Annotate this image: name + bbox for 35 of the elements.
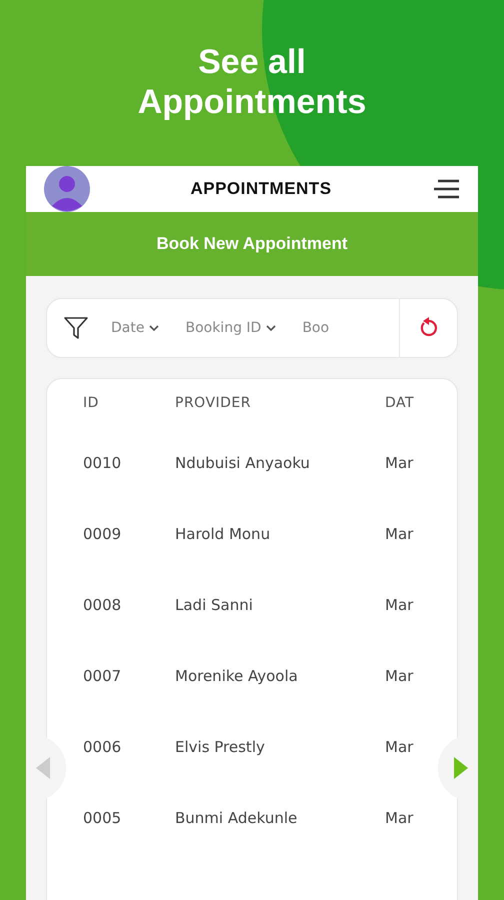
headline: See all — [198, 42, 306, 82]
table-cell-text: Elvis Prestly — [175, 738, 266, 756]
chevron-down-icon — [149, 324, 160, 332]
avatar[interactable] — [44, 166, 90, 212]
menu-icon[interactable] — [432, 179, 460, 199]
table-cell-text: 0009 — [83, 524, 122, 542]
table-cell-text: Bunmi Adekunle — [175, 808, 298, 826]
column-header: DAT — [385, 395, 416, 411]
table-cell-text: Mar — [385, 524, 414, 542]
table-cell-text: Morenike Ayoola — [175, 666, 299, 684]
table-cell-text: Mar — [385, 738, 414, 756]
table-cell-text: 0006 — [83, 738, 122, 756]
filter-dropdown[interactable]: Booking ID — [185, 320, 276, 336]
table-cell-text: Ndubuisi Anyaoku — [175, 454, 311, 472]
table-cell-text: 0005 — [83, 808, 122, 826]
screen-title: APPOINTMENTS — [189, 179, 333, 199]
table-cell-text: Mar — [385, 808, 414, 826]
chevron-down-icon — [266, 324, 276, 332]
table-cell-text: Mar — [385, 666, 414, 684]
table-cell-text: Mar — [385, 454, 414, 472]
filter-dropdown[interactable]: Date — [111, 320, 160, 336]
table-cell-text: Mar — [385, 596, 414, 614]
headline: Appointments — [138, 82, 366, 122]
table-cell-text: 0008 — [83, 596, 122, 614]
column-header: ID — [83, 395, 100, 411]
right-triangle-icon — [454, 757, 468, 779]
book-appointment-button[interactable]: Book New Appointment — [26, 212, 478, 276]
filter-dropdown[interactable]: Boo — [302, 320, 330, 336]
table-cell-text: Harold Monu — [175, 524, 272, 542]
filter-icon[interactable] — [63, 316, 89, 340]
table-cell-text: 0007 — [83, 666, 122, 684]
column-header: PROVIDER — [175, 395, 252, 411]
left-triangle-icon — [36, 757, 50, 779]
table-cell-text: Ladi Sanni — [175, 596, 254, 614]
table-cell-text: 0010 — [83, 454, 122, 472]
